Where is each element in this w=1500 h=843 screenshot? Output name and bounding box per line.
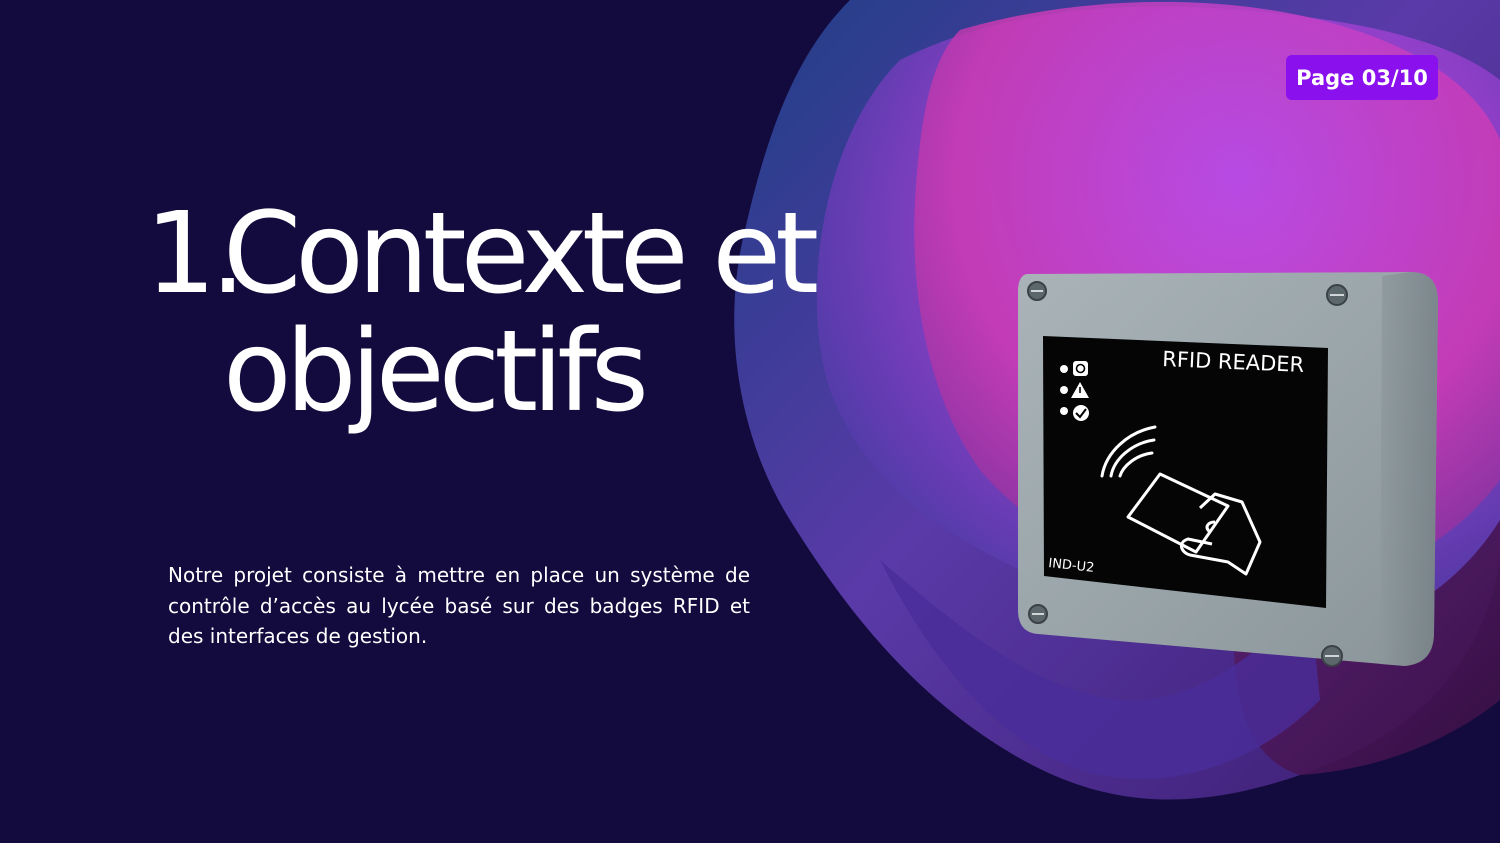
- title-line-1: Contexte et: [223, 189, 819, 319]
- check-icon: [1073, 405, 1089, 421]
- page-indicator-badge: Page 03/10: [1286, 55, 1438, 100]
- power-icon: [1073, 361, 1088, 376]
- title-line-2: objectifs: [223, 307, 649, 437]
- description-paragraph: Notre projet consiste à mettre en place …: [168, 563, 750, 648]
- slide-title: 1.Contexte et objectifs: [145, 189, 819, 437]
- title-number: 1.: [145, 189, 246, 319]
- slide: Page 03/10 1.Contexte et objectifs Notre…: [0, 0, 1500, 843]
- page-indicator-label: Page 03/10: [1296, 65, 1428, 90]
- rfid-reader-image: RFID READER IND-U2: [1018, 272, 1438, 667]
